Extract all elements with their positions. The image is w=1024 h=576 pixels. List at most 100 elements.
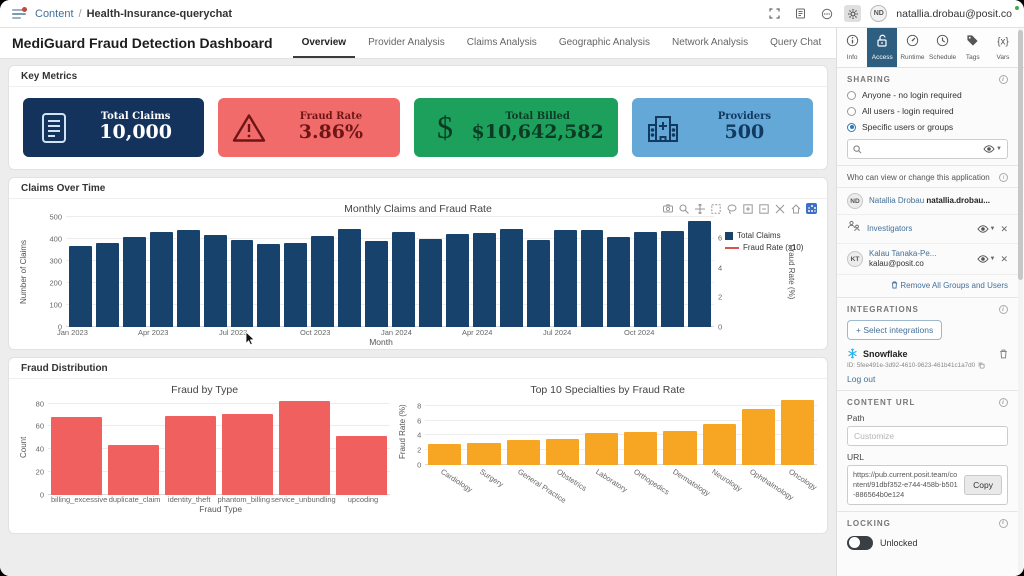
sharing-section: SHARING i Anyone - no login requiredAll … xyxy=(837,68,1018,166)
sharing-options: Anyone - no login required All users - lo… xyxy=(847,90,1008,132)
principal-search[interactable]: ▼ xyxy=(847,139,1008,159)
metric-value: 10,000 xyxy=(81,122,190,144)
path-input[interactable] xyxy=(847,426,1008,446)
lock-toggle[interactable] xyxy=(847,536,873,550)
sidebar-tab-runtime[interactable]: Runtime xyxy=(897,28,927,67)
x-tick-label: Orthopedics xyxy=(632,467,671,497)
posit-connect-window: Content / Health-Insurance-querychat ND … xyxy=(0,0,1024,576)
trash-icon xyxy=(891,281,898,289)
principal-name[interactable]: Investigators xyxy=(867,224,971,234)
settings-gear-icon[interactable] xyxy=(844,5,861,22)
avatar: ND xyxy=(847,193,863,209)
breadcrumb-content-link[interactable]: Content xyxy=(35,8,74,20)
more-options-icon[interactable] xyxy=(818,5,835,22)
role-selector[interactable]: ▼ xyxy=(983,145,1002,153)
camera-icon[interactable] xyxy=(662,203,673,214)
metric-text: Total Billed$10,642,582 xyxy=(472,111,604,144)
scrollbar-thumb[interactable] xyxy=(1018,30,1023,280)
tab-query-chat[interactable]: Query Chat xyxy=(761,28,830,58)
sidebar-tab-info[interactable]: Info xyxy=(837,28,867,67)
radio-button[interactable] xyxy=(847,123,856,132)
sidebar-tab-tags[interactable]: Tags xyxy=(958,28,988,67)
vars-icon: {x} xyxy=(995,34,1011,52)
tab-overview[interactable]: Overview xyxy=(293,28,355,58)
x-tick-label: Oct 2024 xyxy=(624,328,654,337)
principal-name[interactable]: Kalau Tanaka-Pe... xyxy=(869,249,971,259)
lasso-select-icon[interactable] xyxy=(726,203,737,214)
remove-principal-icon[interactable]: ✕ xyxy=(1000,224,1008,235)
plot-area[interactable]: 02468 xyxy=(425,399,817,465)
legend-swatch xyxy=(725,232,733,240)
x-axis-label: Month xyxy=(57,337,705,347)
content-url-section: CONTENT URL i Path URL https://pub.curre… xyxy=(837,391,1018,512)
url-value: https://pub.current.posit.team/content/9… xyxy=(853,470,959,500)
right-y-tick-label: 4 xyxy=(714,263,722,272)
settings-sidebar: Info AccessRuntimeScheduleTags{x}Vars SHA… xyxy=(836,28,1024,576)
content-url-title: CONTENT URL xyxy=(847,398,915,407)
radio-button[interactable] xyxy=(847,91,856,100)
sidebar-tab-vars[interactable]: {x}Vars xyxy=(988,28,1018,67)
zoom-icon[interactable] xyxy=(678,203,689,214)
integration-name: Snowflake xyxy=(863,349,994,359)
tab-network-analysis[interactable]: Network Analysis xyxy=(663,28,757,58)
sharing-option[interactable]: Specific users or groups xyxy=(847,122,1008,132)
tab-provider-analysis[interactable]: Provider Analysis xyxy=(359,28,454,58)
tab-geographic-analysis[interactable]: Geographic Analysis xyxy=(550,28,659,58)
zoom-in-icon[interactable] xyxy=(742,203,753,214)
sharing-option[interactable]: All users - login required xyxy=(847,106,1008,116)
radio-button[interactable] xyxy=(847,107,856,116)
sidebar-tab-schedule[interactable]: Schedule xyxy=(928,28,958,67)
remove-principal-icon[interactable]: ✕ xyxy=(1000,254,1008,265)
remove-all-link[interactable]: Remove All Groups and Users xyxy=(837,275,1018,298)
metric-value: 500 xyxy=(690,122,799,144)
metric-value: $10,642,582 xyxy=(472,122,604,144)
permission-selector[interactable]: ▼ xyxy=(977,225,996,233)
reset-axes-icon[interactable] xyxy=(790,203,801,214)
info-icon[interactable]: i xyxy=(999,398,1008,407)
info-icon[interactable]: i xyxy=(999,305,1008,314)
user-email[interactable]: natallia.drobau@posit.co xyxy=(896,8,1012,20)
legend-label: Fraud Rate (x10) xyxy=(743,243,803,252)
principal-row: ND Natallia Drobau natallia.drobau... xyxy=(837,188,1018,215)
select-integrations-button[interactable]: + Select integrations xyxy=(847,320,942,340)
info-icon[interactable]: i xyxy=(999,75,1008,84)
x-tick-label: Neurology xyxy=(710,467,744,493)
sidebar-tab-label: Info xyxy=(847,54,858,61)
plot-area[interactable]: 020406080 xyxy=(48,399,390,495)
legend-swatch xyxy=(725,247,739,249)
info-icon[interactable]: i xyxy=(999,173,1008,182)
bar xyxy=(554,230,577,327)
nav-tabs: OverviewProvider AnalysisClaims Analysis… xyxy=(293,28,879,58)
plotly-logo-icon[interactable] xyxy=(806,203,817,214)
integration-logout-link[interactable]: Log out xyxy=(847,374,1008,384)
breadcrumb-app-name: Health-Insurance-querychat xyxy=(87,8,232,20)
unlock-icon xyxy=(876,34,888,52)
sidebar-tab-access[interactable]: Access xyxy=(867,28,897,67)
tab-claims-analysis[interactable]: Claims Analysis xyxy=(458,28,546,58)
x-tick-label: Surgery xyxy=(478,467,505,489)
info-icon[interactable]: i xyxy=(999,519,1008,528)
posit-connect-logo-icon xyxy=(12,8,27,20)
pan-icon[interactable] xyxy=(694,203,705,214)
plot-area[interactable]: 01002003004005000246Fraud Rate (%) xyxy=(66,217,714,327)
x-tick-label: Apr 2023 xyxy=(138,328,168,337)
permission-selector[interactable]: ▼ xyxy=(977,255,996,263)
search-input[interactable] xyxy=(866,144,979,154)
autoscale-icon[interactable] xyxy=(774,203,785,214)
zoom-out-icon[interactable] xyxy=(758,203,769,214)
y-tick-label: 40 xyxy=(36,445,48,454)
logs-icon[interactable] xyxy=(792,5,809,22)
copy-icon[interactable] xyxy=(978,362,985,369)
user-avatar[interactable]: ND xyxy=(870,5,887,22)
bar xyxy=(338,229,361,327)
trash-icon[interactable] xyxy=(999,349,1008,359)
bar xyxy=(446,234,469,327)
sharing-option[interactable]: Anyone - no login required xyxy=(847,90,1008,100)
x-tick-label: Jan 2024 xyxy=(381,328,412,337)
fullscreen-icon[interactable] xyxy=(766,5,783,22)
copy-url-button[interactable]: Copy xyxy=(964,475,1002,495)
box-select-icon[interactable] xyxy=(710,203,721,214)
legend-item[interactable]: Fraud Rate (x10) xyxy=(725,243,817,252)
principal-name[interactable]: Natallia Drobau natallia.drobau... xyxy=(869,196,1008,206)
legend-item[interactable]: Total Claims xyxy=(725,231,817,240)
